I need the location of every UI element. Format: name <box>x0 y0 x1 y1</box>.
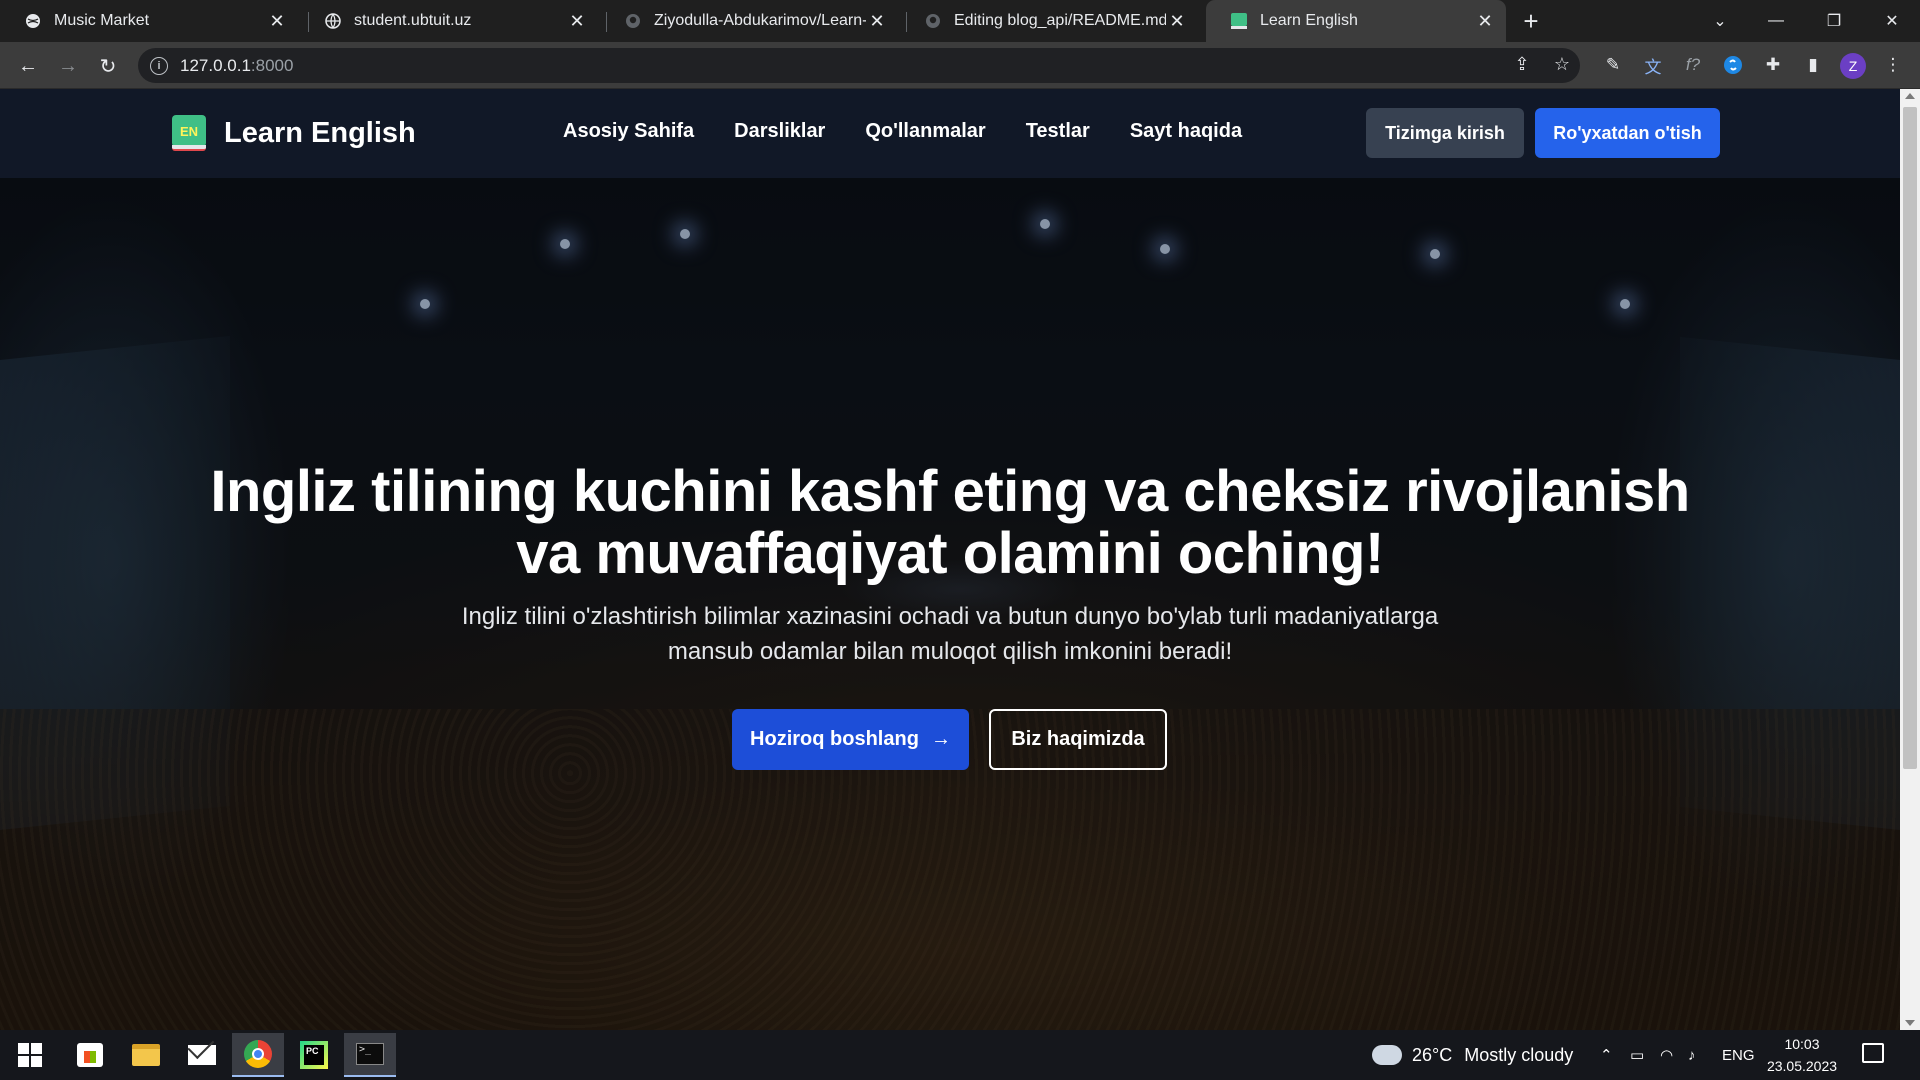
folder-icon <box>132 1044 160 1066</box>
clock-time: 10:03 <box>1784 1036 1820 1052</box>
close-icon[interactable]: ✕ <box>866 10 888 32</box>
close-icon[interactable]: ✕ <box>566 10 588 32</box>
nav-tests[interactable]: Testlar <box>1026 120 1090 143</box>
hero-subtitle-line: Ingliz tilini o'zlashtirish bilimlar xaz… <box>461 603 1439 630</box>
new-tab-button[interactable]: + <box>1516 6 1546 36</box>
nav-home[interactable]: Asosiy Sahifa <box>563 120 694 143</box>
hero-subtitle-line: mansub odamlar bilan muloqot qilish imko… <box>667 638 1233 665</box>
mail-icon <box>188 1045 216 1065</box>
tab-github-readme[interactable]: Editing blog_api/README.md at ✕ <box>900 0 1198 42</box>
tab-music-market[interactable]: Music Market ✕ <box>0 0 298 42</box>
tab-title: Music Market <box>54 12 150 29</box>
cloud-icon <box>1372 1037 1402 1065</box>
extension-pen-icon[interactable]: ✎ <box>1600 52 1626 78</box>
extensions-puzzle-icon[interactable]: ✚ <box>1760 52 1786 78</box>
login-button[interactable]: Tizimga kirish <box>1366 108 1524 158</box>
start-now-button[interactable]: Hoziroq boshlang → <box>732 709 969 770</box>
nav-guides[interactable]: Qo'llanmalar <box>865 120 985 143</box>
chrome-app[interactable] <box>232 1033 284 1077</box>
site-navbar: EN Learn English Asosiy Sahifa Darslikla… <box>0 89 1900 178</box>
bookmark-star-icon[interactable]: ☆ <box>1548 50 1576 78</box>
side-panel-icon[interactable]: ▮ <box>1800 52 1826 78</box>
close-window-button[interactable]: ✕ <box>1864 0 1920 42</box>
back-button[interactable]: ← <box>12 50 44 82</box>
globe-icon <box>324 12 342 30</box>
tab-github-learn-english[interactable]: Ziyodulla-Abdukarimov/Learn-En ✕ <box>600 0 898 42</box>
translate-extension-icon[interactable]: 文 <box>1640 52 1666 78</box>
start-now-label: Hoziroq boshlang <box>750 728 919 750</box>
tab-search-icon[interactable]: ⌄ <box>1692 0 1748 42</box>
weather-widget[interactable]: 26°C Mostly cloudy <box>1372 1030 1573 1080</box>
address-bar[interactable]: i 127.0.0.1:8000 <box>138 48 1580 83</box>
hero-title-line: va muvaffaqiyat olamini oching! <box>516 521 1384 586</box>
page-scrollbar[interactable] <box>1900 89 1920 1030</box>
scrollbar-thumb[interactable] <box>1903 107 1917 769</box>
taskbar-clock[interactable]: 10:03 23.05.2023 <box>1762 1033 1842 1077</box>
store-app[interactable] <box>64 1033 116 1077</box>
formula-extension-icon[interactable]: f? <box>1680 52 1706 78</box>
close-icon[interactable]: ✕ <box>266 10 288 32</box>
weather-temp: 26°C <box>1412 1044 1453 1065</box>
github-icon <box>924 12 942 30</box>
hero-subtitle: Ingliz tilini o'zlashtirish bilimlar xaz… <box>410 599 1490 669</box>
logo-book: EN <box>172 115 206 147</box>
battery-icon[interactable]: ▭ <box>1630 1030 1644 1080</box>
close-icon[interactable]: ✕ <box>1474 10 1496 32</box>
github-icon <box>624 12 642 30</box>
pycharm-icon: PC <box>300 1041 328 1069</box>
windows-logo-icon <box>18 1043 42 1067</box>
page-viewport: EN Learn English Asosiy Sahifa Darslikla… <box>0 89 1900 1030</box>
browser-tab-strip: Music Market ✕ student.ubtuit.uz ✕ Ziyod… <box>0 0 1920 42</box>
site-info-icon[interactable]: i <box>150 56 168 75</box>
mail-app[interactable] <box>176 1033 228 1077</box>
book-icon <box>1230 12 1248 30</box>
menu-kebab-icon[interactable]: ⋮ <box>1880 52 1906 78</box>
pycharm-app[interactable]: PC <box>288 1033 340 1077</box>
tab-title: Ziyodulla-Abdukarimov/Learn-En <box>654 12 866 29</box>
globe-icon <box>24 12 42 30</box>
chevron-up-icon[interactable]: ⌃ <box>1600 1030 1613 1080</box>
volume-icon[interactable]: ♪ <box>1688 1030 1696 1080</box>
language-indicator[interactable]: ENG <box>1722 1030 1755 1080</box>
file-explorer-app[interactable] <box>120 1033 172 1077</box>
reload-button[interactable]: ↻ <box>92 50 124 82</box>
clock-date: 23.05.2023 <box>1766 1058 1838 1074</box>
tab-title: Editing blog_api/README.md at <box>954 12 1166 29</box>
nav-lessons[interactable]: Darsliklar <box>734 120 825 143</box>
register-button[interactable]: Ro'yxatdan o'tish <box>1535 108 1720 158</box>
weather-desc: Mostly cloudy <box>1464 1044 1574 1065</box>
chrome-icon <box>244 1040 272 1068</box>
minimize-button[interactable]: — <box>1748 0 1804 42</box>
tab-title: student.ubtuit.uz <box>354 12 472 29</box>
about-us-button[interactable]: Biz haqimizda <box>989 709 1167 770</box>
arrow-right-icon: → <box>930 728 951 750</box>
browser-toolbar: ← → ↻ i 127.0.0.1:8000 ⇪ ☆ ✎ 文 f? ✚ ▮ ⋮ <box>0 42 1920 89</box>
share-icon[interactable]: ⇪ <box>1508 50 1536 78</box>
restore-button[interactable]: ❐ <box>1806 0 1862 42</box>
terminal-app[interactable]: >_ <box>344 1033 396 1077</box>
forward-button[interactable]: → <box>52 50 84 82</box>
hero-title: Ingliz tilining kuchini kashf eting va c… <box>150 461 1750 585</box>
url-text: 127.0.0.1:8000 <box>180 55 294 75</box>
notifications-icon[interactable] <box>1862 1043 1884 1063</box>
logo-pages <box>172 145 206 151</box>
close-icon[interactable]: ✕ <box>1166 10 1188 32</box>
terminal-icon: >_ <box>356 1043 384 1065</box>
brand-link[interactable]: EN Learn English <box>170 113 416 153</box>
main-nav: Asosiy Sahifa Darsliklar Qo'llanmalar Te… <box>563 120 1282 143</box>
scroll-down-arrow-icon[interactable] <box>1905 1020 1915 1026</box>
profile-avatar[interactable]: Z <box>1840 53 1866 79</box>
tab-learn-english[interactable]: Learn English ✕ <box>1206 0 1506 42</box>
brand-name: Learn English <box>224 116 416 149</box>
hero-title-line: Ingliz tilining kuchini kashf eting va c… <box>210 459 1690 524</box>
store-icon <box>77 1043 103 1067</box>
tab-title: Learn English <box>1260 12 1358 29</box>
tab-student-ubtuit[interactable]: student.ubtuit.uz ✕ <box>300 0 598 42</box>
scroll-up-arrow-icon[interactable] <box>1905 93 1915 99</box>
nav-about-site[interactable]: Sayt haqida <box>1130 120 1242 143</box>
book-logo-icon: EN <box>170 113 208 153</box>
shazam-extension-icon[interactable] <box>1720 52 1746 78</box>
wifi-icon[interactable]: ◠ <box>1660 1030 1673 1080</box>
start-button[interactable] <box>4 1033 56 1077</box>
